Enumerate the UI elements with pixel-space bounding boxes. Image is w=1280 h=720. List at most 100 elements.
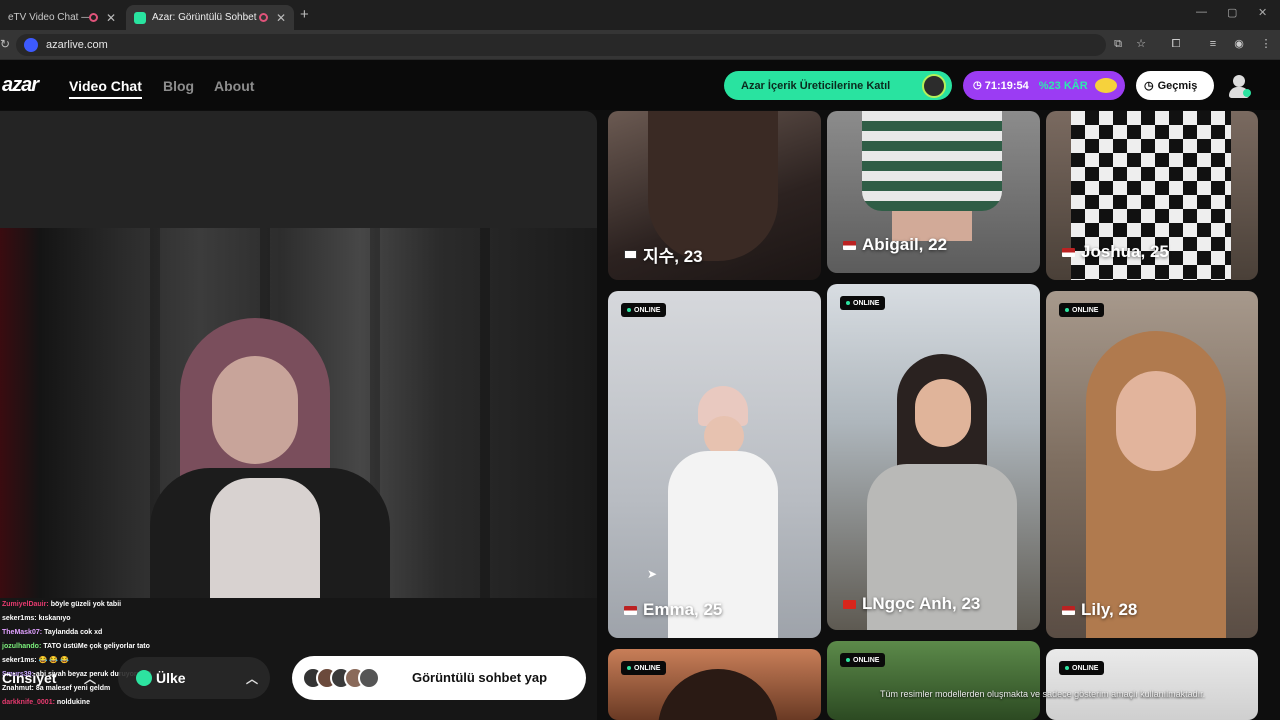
close-window-button[interactable]: ✕ xyxy=(1258,6,1267,19)
address-bar-row: ↻ azarlive.com ⧉ ☆ ⧠ ≡ ◉ ⋮ xyxy=(0,30,1280,60)
extensions-icon[interactable]: ⧠ xyxy=(1170,38,1182,50)
recording-icon xyxy=(258,13,268,22)
close-tab-icon[interactable]: ✕ xyxy=(106,11,116,25)
country-filter-button[interactable]: Ülke ︿ xyxy=(118,657,270,699)
profile-name-row: 지수, 23 xyxy=(624,242,703,267)
nav-video-chat[interactable]: Video Chat xyxy=(69,78,142,99)
profile-card[interactable]: ONLINE Lily, 28 xyxy=(1046,291,1258,638)
menu-icon[interactable]: ⋮ xyxy=(1260,38,1272,50)
profile-name: 지수, 23 xyxy=(643,247,703,266)
gender-filter-button[interactable]: Cinsiyet ︿ xyxy=(0,657,108,699)
chat-text: böyle güzeli yok tabii xyxy=(50,601,122,608)
flag-us-icon xyxy=(843,240,856,250)
chat-text: noldukine xyxy=(56,699,90,706)
reload-icon[interactable]: ↻ xyxy=(0,37,10,51)
history-label: Geçmiş xyxy=(1157,79,1198,92)
bookmark-star-icon[interactable]: ☆ xyxy=(1135,38,1147,50)
url-field[interactable]: azarlive.com xyxy=(16,34,1106,56)
mouse-cursor-icon: ➤ xyxy=(647,567,658,581)
chevron-up-icon: ︿ xyxy=(83,671,96,686)
chat-message: jozulhando: TATO üstüMe çok geliyorlar ta… xyxy=(2,640,262,654)
profile-name: Joshua, 25 xyxy=(1081,242,1169,261)
start-video-chat-button[interactable]: Görüntülü sohbet yap xyxy=(292,656,586,700)
join-creators-label: Azar İçerik Üreticilerine Katıl xyxy=(741,79,891,92)
online-badge: ONLINE xyxy=(621,661,667,675)
profile-card[interactable]: ONLINE xyxy=(1046,649,1258,720)
user-avatar-icon[interactable] xyxy=(1226,73,1252,99)
nav-about[interactable]: About xyxy=(214,78,254,94)
join-creators-button[interactable]: Azar İçerik Üreticilerine Katıl xyxy=(724,71,952,100)
profile-icon[interactable]: ◉ xyxy=(1233,38,1245,50)
site-info-icon[interactable] xyxy=(24,38,38,52)
chat-text: kıskanıyo xyxy=(38,615,71,622)
chat-message: seker1ms: kıskanıyo xyxy=(2,612,262,626)
start-chat-label: Görüntülü sohbet yap xyxy=(412,670,548,685)
profile-card[interactable]: 지수, 23 xyxy=(608,111,821,280)
recording-icon xyxy=(88,13,98,22)
chat-text: Taylandda cok xd xyxy=(44,629,103,636)
flag-vn-icon xyxy=(843,599,856,609)
stream-video xyxy=(0,228,597,598)
flag-us-icon xyxy=(1062,605,1075,615)
nav-blog[interactable]: Blog xyxy=(163,78,194,94)
minimize-button[interactable]: — xyxy=(1196,6,1207,18)
new-tab-button[interactable]: + xyxy=(300,6,309,23)
chat-username[interactable]: jozulhando: xyxy=(2,643,41,650)
chat-message: ZumiyelDauir: böyle güzeli yok tabii xyxy=(2,598,262,612)
screen-share-icon[interactable]: ⧉ xyxy=(1112,38,1124,50)
promo-timer-button[interactable]: ◷ 71:19:54 %23 KÂR xyxy=(963,71,1125,100)
profile-card[interactable]: Joshua, 25 xyxy=(1046,111,1258,280)
globe-icon xyxy=(136,670,152,686)
flag-us-icon xyxy=(624,605,637,615)
camera-icon xyxy=(922,74,946,98)
azar-favicon-icon xyxy=(134,11,146,24)
clock-icon: ◷ xyxy=(973,80,982,91)
online-badge: ONLINE xyxy=(840,296,886,310)
flag-us-icon xyxy=(1062,247,1075,257)
profile-name: Emma, 25 xyxy=(643,600,723,619)
online-badge: ONLINE xyxy=(1059,661,1105,675)
maximize-button[interactable]: ▢ xyxy=(1227,6,1237,19)
profile-card[interactable]: ONLINE Emma, 25 xyxy=(608,291,821,638)
flag-kr-icon xyxy=(624,250,637,259)
chat-message: TheMask07: Taylandda cok xd xyxy=(2,626,262,640)
history-clock-icon: ◷ xyxy=(1144,80,1154,92)
promo-discount: %23 KÂR xyxy=(1038,79,1088,92)
country-label: Ülke xyxy=(156,670,186,686)
profile-card[interactable]: ONLINE xyxy=(827,641,1040,720)
user-faces-icon xyxy=(302,667,382,689)
profile-card[interactable]: ONLINE LNgọc Anh, 23 xyxy=(827,284,1040,630)
chat-username[interactable]: darkknife_0001: xyxy=(2,699,55,706)
browser-tab-1[interactable]: eTV Video Chat — Ome ✕ xyxy=(0,5,124,30)
online-badge: ONLINE xyxy=(621,303,667,317)
profile-name-row: Emma, 25 xyxy=(624,600,722,620)
chevron-up-icon: ︿ xyxy=(245,671,258,686)
close-tab-icon[interactable]: ✕ xyxy=(276,11,286,25)
disclaimer-text: Tüm resimler modellerden oluşmakta ve sa… xyxy=(880,689,1206,699)
media-control-icon[interactable]: ≡ xyxy=(1207,38,1219,50)
profile-card[interactable]: ONLINE xyxy=(608,649,821,720)
profile-name-row: Abigail, 22 xyxy=(843,235,947,255)
profile-name: Abigail, 22 xyxy=(862,235,948,254)
tab-title: eTV Video Chat — Ome xyxy=(8,12,89,23)
gem-icon xyxy=(1095,78,1117,93)
profile-name: LNgọc Anh, 23 xyxy=(862,594,981,613)
profile-name-row: Lily, 28 xyxy=(1062,600,1137,620)
profile-name: Lily, 28 xyxy=(1081,600,1138,619)
chat-username[interactable]: seker1ms: xyxy=(2,615,37,622)
browser-tab-2[interactable]: Azar: Görüntülü Sohbet & V ✕ xyxy=(126,5,294,30)
chat-username[interactable]: TheMask07: xyxy=(2,629,42,636)
promo-timer: 71:19:54 xyxy=(984,79,1029,92)
profile-card[interactable]: Abigail, 22 xyxy=(827,111,1040,273)
local-video-placeholder xyxy=(0,111,597,228)
chat-username[interactable]: ZumiyelDauir: xyxy=(2,601,49,608)
gender-label: Cinsiyet xyxy=(2,670,57,686)
history-button[interactable]: ◷ Geçmiş xyxy=(1136,71,1214,100)
url-text: azarlive.com xyxy=(46,39,108,51)
streamer-figure xyxy=(150,318,410,598)
tab-title: Azar: Görüntülü Sohbet & V xyxy=(152,12,259,23)
chat-text: TATO üstüMe çok geliyorlar tato xyxy=(43,643,150,650)
azar-logo[interactable]: azar xyxy=(2,74,39,97)
online-badge: ONLINE xyxy=(1059,303,1105,317)
profile-name-row: LNgọc Anh, 23 xyxy=(843,594,980,614)
